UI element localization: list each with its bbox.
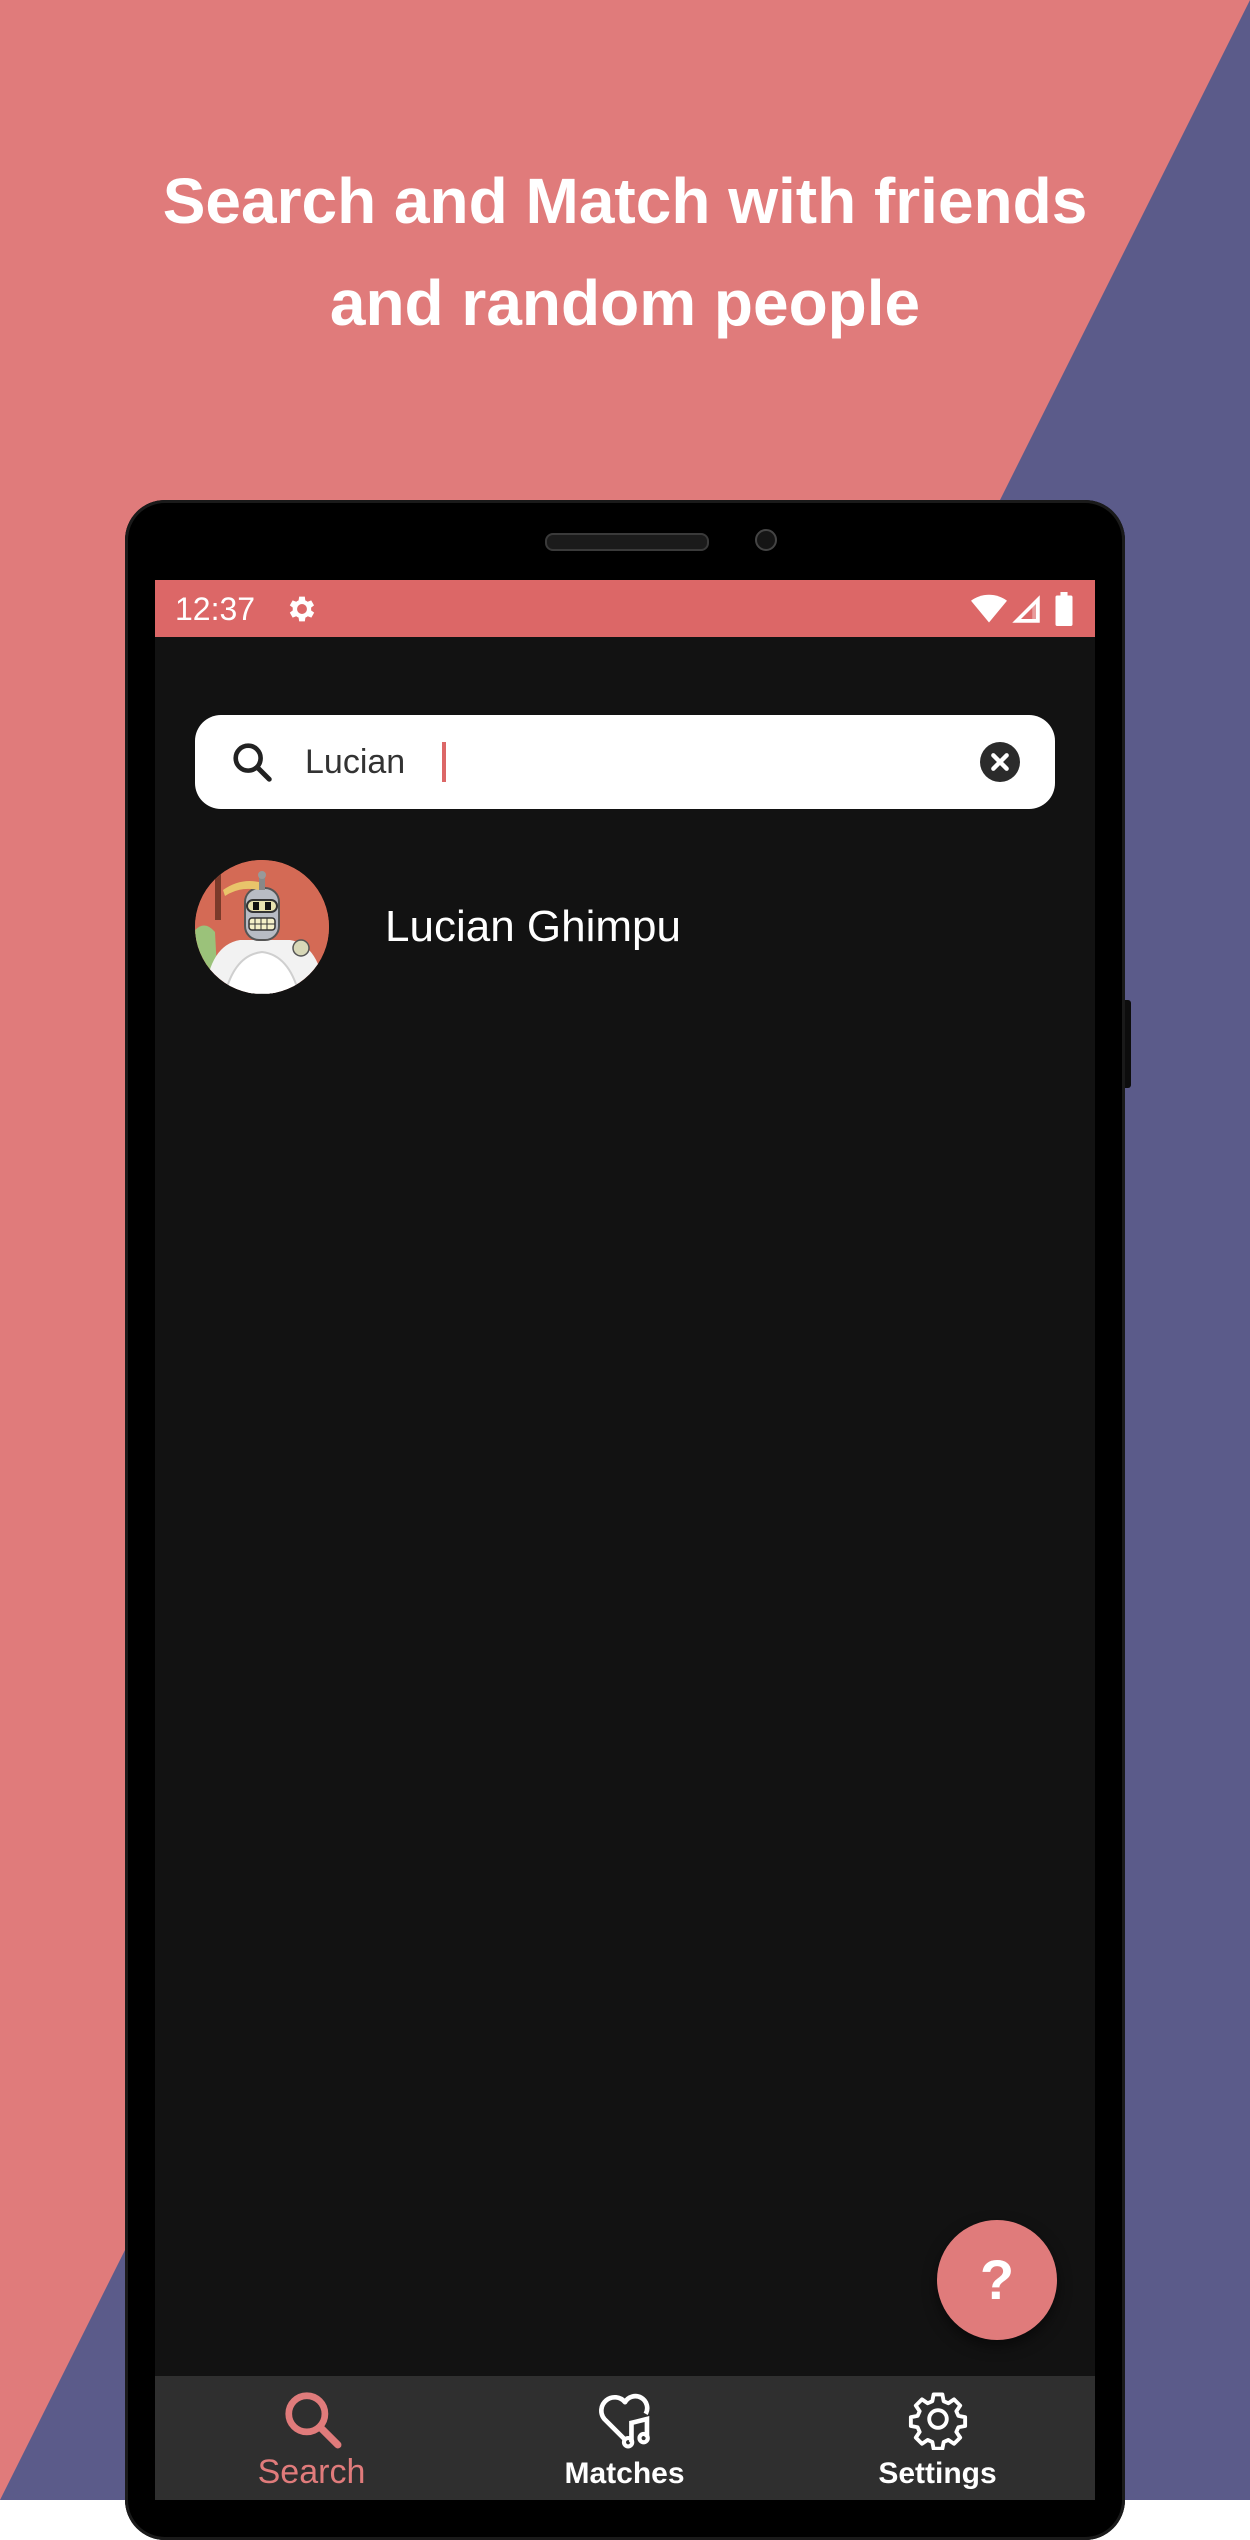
nav-item-matches[interactable]: Matches	[468, 2376, 781, 2500]
search-input[interactable]	[305, 731, 945, 793]
robot-avatar-image	[195, 860, 329, 994]
help-button[interactable]: ?	[937, 2220, 1057, 2340]
nav-item-settings[interactable]: Settings	[781, 2376, 1094, 2500]
wifi-icon	[971, 594, 1007, 623]
phone-side-button	[1125, 1000, 1131, 1088]
headline-line-2: and random people	[329, 267, 921, 339]
nav-label-settings: Settings	[878, 2457, 997, 2490]
phone-camera	[755, 529, 777, 551]
battery-icon	[1055, 592, 1073, 626]
headline: Search and Match with friends and random…	[0, 150, 1250, 354]
app-screen: 12:37 Lucian Lucian Ghimpu ? Search Matc…	[155, 580, 1095, 2500]
search-icon	[233, 743, 272, 782]
search-bar[interactable]	[195, 715, 1055, 809]
heart-music-icon	[599, 2393, 650, 2449]
list-item[interactable]: Lucian Ghimpu	[195, 860, 1055, 996]
gear-icon	[908, 2392, 968, 2450]
clear-icon[interactable]	[980, 742, 1020, 782]
nav-label-search: Search	[257, 2453, 366, 2491]
text-cursor	[442, 742, 446, 782]
avatar	[195, 860, 329, 994]
bottom-navigation: Search Matches Settings	[155, 2376, 1095, 2500]
status-time: 12:37	[175, 591, 256, 627]
nav-item-search[interactable]: Search	[155, 2376, 468, 2500]
phone-speaker	[545, 533, 709, 551]
result-name: Lucian Ghimpu	[385, 902, 681, 951]
signal-icon	[1012, 595, 1040, 623]
headline-line-1: Search and Match with friends	[162, 165, 1088, 237]
gear-icon	[289, 596, 315, 622]
nav-label-matches: Matches	[564, 2457, 685, 2490]
status-bar: 12:37	[155, 580, 1095, 637]
search-icon	[285, 2392, 342, 2449]
